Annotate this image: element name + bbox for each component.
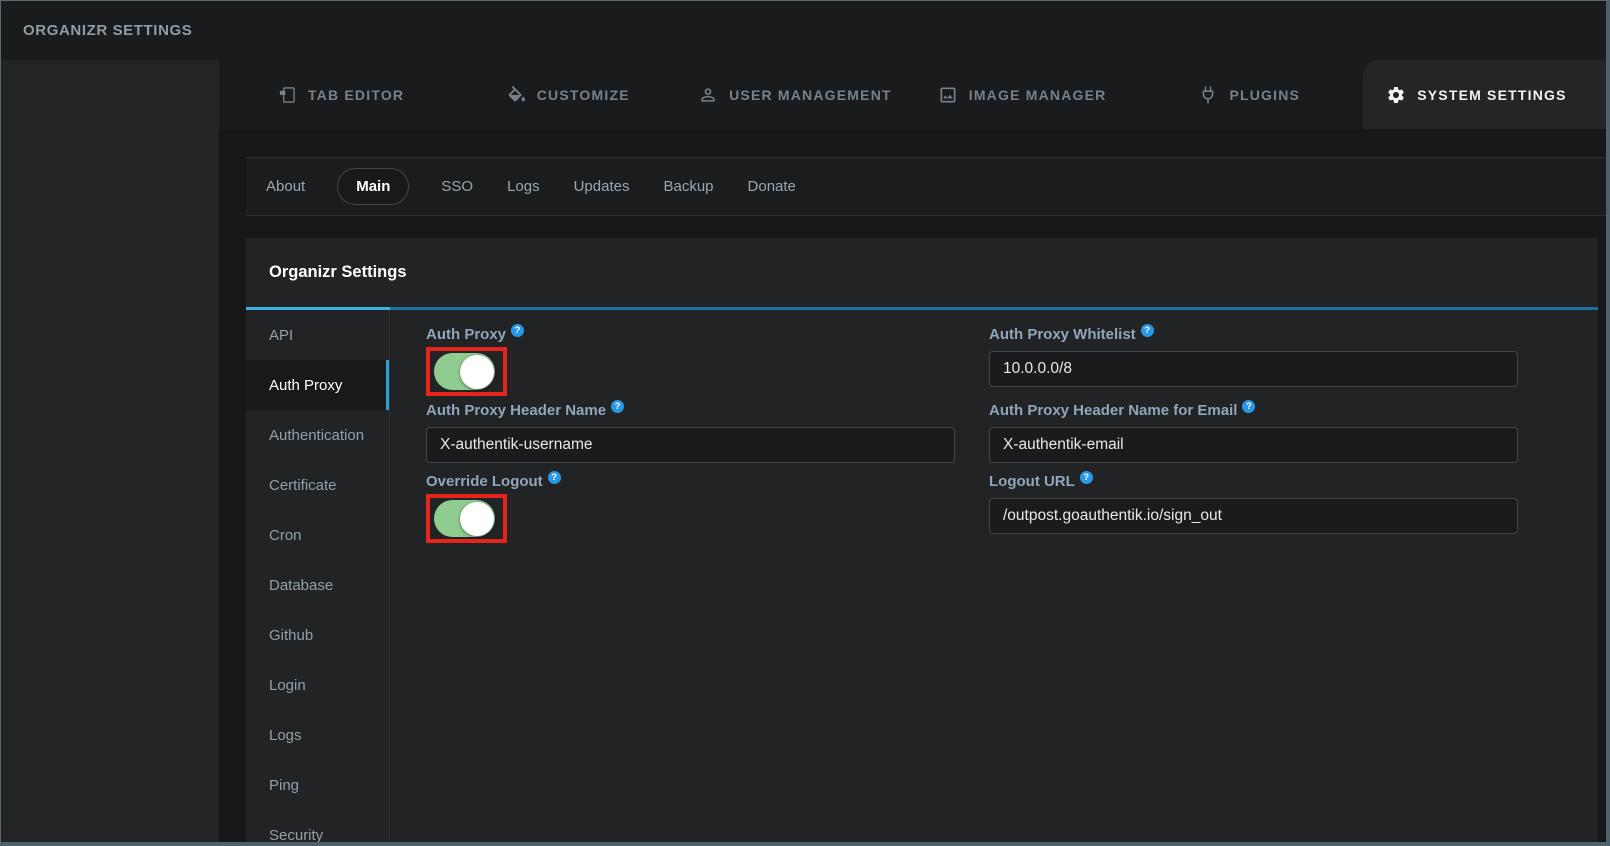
subtab-main[interactable]: Main: [337, 168, 409, 205]
subtab-backup[interactable]: Backup: [661, 169, 715, 204]
settings-tabbar: TAB EDITOR CUSTOMIZE USER MANAGEMENT: [219, 60, 1606, 129]
tab-customize[interactable]: CUSTOMIZE: [454, 60, 681, 129]
field-auth-proxy: Auth Proxy?: [426, 324, 955, 400]
menu-item-login[interactable]: Login: [246, 660, 389, 710]
field-label: Auth Proxy Whitelist: [989, 325, 1136, 345]
auth-proxy-header-name-input[interactable]: [426, 427, 955, 463]
help-icon[interactable]: ?: [611, 400, 624, 413]
field-label: Auth Proxy: [426, 325, 506, 345]
top-bar: ORGANIZR SETTINGS: [1, 1, 1606, 60]
image-icon: [938, 85, 958, 105]
logout-url-input[interactable]: [989, 498, 1518, 534]
menu-item-authentication[interactable]: Authentication: [246, 410, 389, 460]
settings-main: TAB EDITOR CUSTOMIZE USER MANAGEMENT: [219, 60, 1606, 842]
field-label: Override Logout: [426, 472, 543, 492]
help-icon[interactable]: ?: [511, 324, 524, 337]
subtab-logs[interactable]: Logs: [505, 169, 542, 204]
override-logout-toggle[interactable]: [434, 500, 495, 537]
settings-menu: API Auth Proxy Authentication Certificat…: [246, 310, 390, 842]
tab-tab-editor[interactable]: TAB EDITOR: [227, 60, 454, 129]
field-label: Auth Proxy Header Name: [426, 401, 606, 421]
organizr-settings-panel: Organizr Settings API Auth Proxy Authent…: [246, 238, 1598, 842]
app-sidebar-area: [1, 60, 219, 842]
help-icon[interactable]: ?: [1080, 471, 1093, 484]
field-logout-url: Logout URL?: [989, 471, 1518, 542]
tab-label: USER MANAGEMENT: [729, 87, 892, 103]
app-window: ORGANIZR SETTINGS TAB EDITOR CUSTOMIZ: [0, 0, 1610, 846]
menu-item-logs[interactable]: Logs: [246, 710, 389, 760]
auth-proxy-toggle[interactable]: [434, 353, 495, 390]
toggle-knob: [460, 355, 494, 389]
subtab-updates[interactable]: Updates: [572, 169, 632, 204]
highlight-box: [426, 347, 507, 396]
toggle-knob: [460, 502, 494, 536]
plug-icon: [1198, 85, 1218, 105]
menu-item-auth-proxy[interactable]: Auth Proxy: [246, 360, 389, 410]
tab-editor-icon: [277, 85, 297, 105]
gear-icon: [1386, 85, 1406, 105]
field-header-name: Auth Proxy Header Name?: [426, 400, 955, 471]
page-title: ORGANIZR SETTINGS: [23, 22, 192, 39]
help-icon[interactable]: ?: [1242, 400, 1255, 413]
help-icon[interactable]: ?: [548, 471, 561, 484]
highlight-box: [426, 494, 507, 543]
auth-proxy-whitelist-input[interactable]: [989, 351, 1518, 387]
field-override-logout: Override Logout?: [426, 471, 955, 547]
paint-bucket-icon: [506, 85, 526, 105]
menu-item-ping[interactable]: Ping: [246, 760, 389, 810]
tab-label: CUSTOMIZE: [537, 87, 630, 103]
subtab-about[interactable]: About: [264, 169, 307, 204]
panel-header: Organizr Settings: [246, 238, 1598, 307]
tab-image-manager[interactable]: IMAGE MANAGER: [909, 60, 1136, 129]
field-label: Auth Proxy Header Name for Email: [989, 401, 1237, 421]
field-label: Logout URL: [989, 472, 1075, 492]
system-settings-subtabs: About Main SSO Logs Updates Backup Donat…: [246, 157, 1606, 216]
tab-label: SYSTEM SETTINGS: [1417, 87, 1566, 103]
tab-system-settings[interactable]: SYSTEM SETTINGS: [1363, 60, 1610, 129]
field-auth-proxy-whitelist: Auth Proxy Whitelist?: [989, 324, 1518, 395]
subtab-donate[interactable]: Donate: [746, 169, 798, 204]
tab-plugins[interactable]: PLUGINS: [1136, 60, 1363, 129]
menu-item-api[interactable]: API: [246, 310, 389, 360]
subtab-sso[interactable]: SSO: [439, 169, 475, 204]
menu-item-cron[interactable]: Cron: [246, 510, 389, 560]
auth-proxy-header-email-input[interactable]: [989, 427, 1518, 463]
panel-title: Organizr Settings: [269, 263, 407, 282]
tab-user-management[interactable]: USER MANAGEMENT: [681, 60, 908, 129]
user-icon: [698, 85, 718, 105]
menu-item-certificate[interactable]: Certificate: [246, 460, 389, 510]
tab-label: IMAGE MANAGER: [969, 87, 1107, 103]
menu-item-security[interactable]: Security: [246, 810, 389, 842]
field-header-name-email: Auth Proxy Header Name for Email?: [989, 400, 1518, 471]
menu-item-database[interactable]: Database: [246, 560, 389, 610]
auth-proxy-form: Auth Proxy? Auth Proxy Whitelist?: [390, 310, 1598, 842]
menu-item-github[interactable]: Github: [246, 610, 389, 660]
help-icon[interactable]: ?: [1141, 324, 1154, 337]
tab-label: TAB EDITOR: [308, 87, 404, 103]
tab-label: PLUGINS: [1229, 87, 1300, 103]
